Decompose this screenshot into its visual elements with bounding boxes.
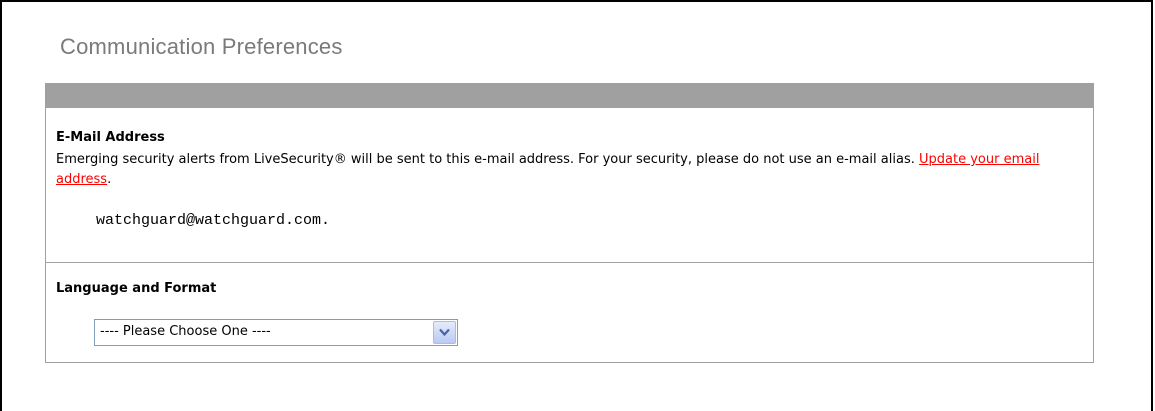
email-description-text: Emerging security alerts from LiveSecuri… xyxy=(56,152,915,167)
page-frame: Communication Preferences E-Mail Address… xyxy=(0,0,1153,411)
panel-header-bar xyxy=(46,84,1093,108)
language-section-heading: Language and Format xyxy=(56,281,217,296)
email-address-value: watchguard@watchguard.com. xyxy=(96,212,331,229)
email-section-heading: E-Mail Address xyxy=(56,130,165,145)
email-section: E-Mail Address Emerging security alerts … xyxy=(46,108,1093,263)
email-description: Emerging security alerts from LiveSecuri… xyxy=(56,150,1056,190)
language-format-select-value: ---- Please Choose One ---- xyxy=(100,324,271,339)
email-description-period: . xyxy=(107,172,112,187)
select-dropdown-button[interactable] xyxy=(433,321,456,344)
chevron-down-icon xyxy=(439,328,450,337)
page-title: Communication Preferences xyxy=(60,34,343,59)
language-format-select[interactable]: ---- Please Choose One ---- xyxy=(94,319,458,346)
preferences-panel: E-Mail Address Emerging security alerts … xyxy=(45,83,1094,363)
